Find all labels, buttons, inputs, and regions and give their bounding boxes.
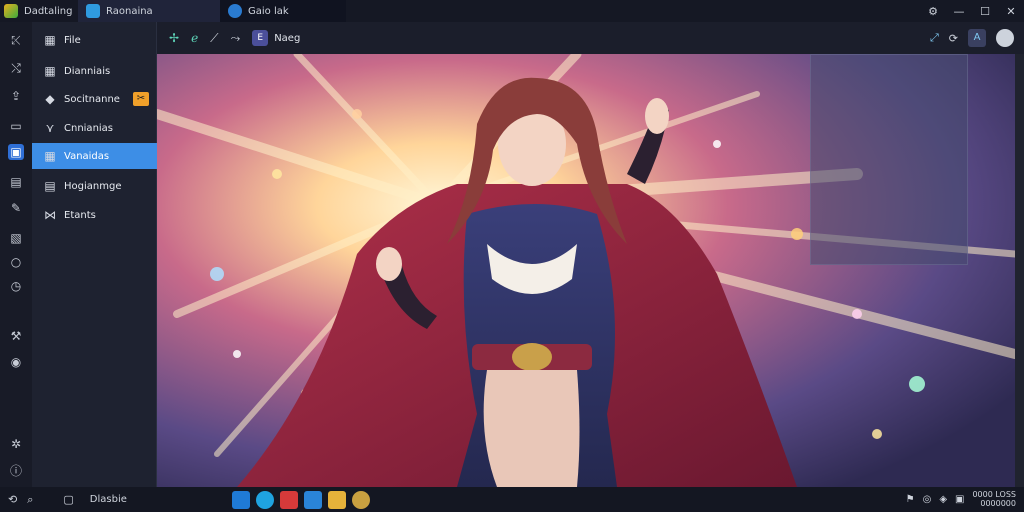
battery-icon[interactable]: ◈ (939, 494, 947, 505)
circle-icon[interactable]: ○ (8, 254, 24, 270)
close-button[interactable]: ✕ (998, 5, 1024, 18)
left-icon-rail: ⤪ ⤭ ⇪ ▭ ▣ ▤ ✎ ▧ ○ ◷ ⚒ ◉ ✲ ⓘ (0, 22, 32, 487)
file-icon: ▦ (44, 33, 56, 47)
line-tool-icon[interactable]: ⟋ (210, 31, 218, 46)
expand-icon[interactable]: ⤢ (930, 31, 939, 45)
window-icon[interactable]: ▭ (8, 118, 24, 134)
tool-icon[interactable]: ⚒ (8, 328, 24, 344)
settings-icon[interactable]: ✲ (8, 436, 24, 452)
taskbar-apps (232, 491, 370, 509)
tab-label: Raonaina (106, 5, 153, 17)
tab-label: Dadtaling (24, 5, 73, 17)
menu-item-label: Cnnianias (64, 122, 114, 134)
menu-item-label: Hogianmge (64, 180, 122, 192)
page-icon: ▤ (44, 179, 56, 193)
menu-item-label: File (64, 34, 81, 46)
volume-icon[interactable]: ◎ (923, 494, 932, 505)
taskbar: ⟲ ⌕ ▢ Dlasbie ⚑ ◎ ◈ ▣ 0000 LOSS 0000000 (0, 487, 1024, 512)
clock-icon[interactable]: ◷ (8, 278, 24, 294)
open-file-chip[interactable]: E Naeg (252, 30, 300, 46)
globe-icon (228, 4, 242, 18)
fork-icon: ⋎ (45, 121, 55, 135)
menu-item-cnnianias[interactable]: ⋎ Cnnianias (32, 115, 157, 141)
undo-icon[interactable]: ⟲ (8, 493, 17, 506)
menu-item-label: Etants (64, 209, 96, 221)
chat-icon (86, 4, 100, 18)
merge-icon: ⋈ (44, 208, 56, 222)
clock-date: 0000000 (980, 499, 1016, 508)
tab-label: Gaio lak (248, 5, 289, 17)
collapse-icon[interactable]: ⤪ (8, 32, 24, 48)
notification-icon[interactable]: ▣ (955, 494, 964, 505)
app-icon[interactable]: ▣ (8, 144, 24, 160)
settings-icon[interactable]: ⚙ (920, 5, 946, 18)
minimize-button[interactable]: — (946, 5, 972, 18)
account-badge[interactable]: A (968, 29, 986, 47)
menu-item-hogianmge[interactable]: ▤ Hogianmge (32, 173, 157, 199)
taskbar-left: ⟲ ⌕ ▢ Dlasbie (0, 493, 127, 507)
editor-toolbar: ✢ ℯ ⟋ ⤳ E Naeg ⤢ ⟳ A (157, 22, 1024, 54)
verified-icon[interactable]: ◉ (8, 354, 24, 370)
folder-icon: ▦ (44, 149, 56, 163)
share-icon[interactable]: ⇪ (8, 88, 24, 104)
network-icon[interactable]: ⚑ (906, 494, 915, 505)
clock[interactable]: 0000 LOSS 0000000 (972, 490, 1016, 508)
menu-item-dianniais[interactable]: ▦ Dianniais (32, 58, 157, 84)
menu-item-vanaidas[interactable]: ▦ Vanaidas (32, 143, 157, 169)
export-icon[interactable]: ▧ (8, 230, 24, 246)
title-bar: Dadtaling Raonaina Gaio lak ⚙ — ☐ ✕ (0, 0, 1024, 22)
game-app-icon[interactable] (352, 491, 370, 509)
photo-icon[interactable]: ▤ (8, 174, 24, 190)
file-type-icon: E (252, 30, 269, 46)
menu-item-label: Socitnanne (64, 93, 120, 105)
toolbar-right: ⤢ ⟳ A (930, 29, 1014, 47)
floating-preview-panel[interactable] (810, 54, 968, 265)
window-controls: ⚙ — ☐ ✕ (920, 5, 1024, 18)
avatar[interactable] (996, 29, 1014, 47)
window-icon[interactable]: ▢ (63, 493, 73, 506)
side-menu: ▦ File ▦ Dianniais ◆ Socitnanne ✂ ⋎ Cnni… (32, 22, 157, 487)
windows-app-icon[interactable] (304, 491, 322, 509)
app-logo-icon (4, 4, 18, 18)
refresh-icon[interactable]: ⟳ (949, 32, 958, 45)
shuffle-icon[interactable]: ⤭ (8, 60, 24, 76)
info-icon[interactable]: ⓘ (8, 463, 24, 479)
maximize-button[interactable]: ☐ (972, 5, 998, 18)
clock-time: 0000 LOSS (972, 490, 1016, 499)
system-tray: ⚑ ◎ ◈ ▣ 0000 LOSS 0000000 (906, 490, 1016, 508)
tab-gaio-lak[interactable]: Gaio lak (220, 0, 346, 22)
menu-item-etants[interactable]: ⋈ Etants (32, 202, 157, 228)
search-icon[interactable]: ⌕ (27, 493, 33, 507)
mail-app-icon[interactable] (280, 491, 298, 509)
tab-raonaina[interactable]: Raonaina (78, 0, 220, 22)
effect-tool-icon[interactable]: ℯ (191, 31, 198, 45)
vertical-scrollbar[interactable] (1015, 54, 1024, 487)
bookmark-icon: ◆ (45, 92, 55, 106)
scissors-icon[interactable]: ✂ (132, 92, 149, 106)
tab-dadtaling[interactable]: Dadtaling (0, 0, 78, 22)
edge-app-icon[interactable] (256, 491, 274, 509)
path-tool-icon[interactable]: ⤳ (231, 31, 241, 46)
taskbar-label: Dlasbie (89, 494, 127, 505)
menu-item-file[interactable]: ▦ File (32, 27, 157, 53)
menu-item-label: Dianniais (64, 65, 111, 77)
open-file-name: Naeg (274, 32, 301, 44)
grid-icon: ▦ (44, 64, 56, 78)
menu-item-label: Vanaidas (64, 150, 110, 162)
key-icon[interactable]: ✎ (8, 200, 24, 216)
menu-item-socitnanne[interactable]: ◆ Socitnanne ✂ (32, 86, 157, 112)
folder-app-icon[interactable] (328, 491, 346, 509)
store-app-icon[interactable] (232, 491, 250, 509)
move-tool-icon[interactable]: ✢ (169, 31, 179, 45)
